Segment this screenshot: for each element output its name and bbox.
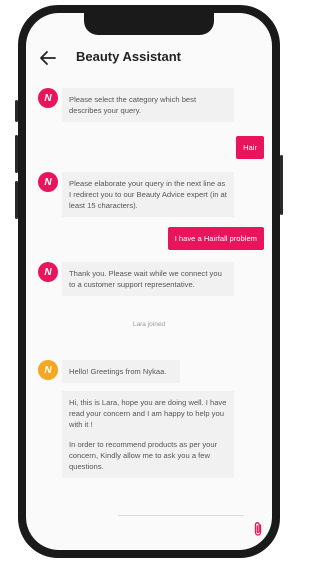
volume-up-button — [15, 135, 18, 173]
user-message: Hair — [236, 136, 264, 159]
agent-message: Hi, this is Lara, hope you are doing wel… — [62, 391, 234, 478]
agent-joined-status: Lara joined — [132, 321, 166, 328]
bot-message: Please elaborate your query in the next … — [62, 172, 234, 217]
agent-message: Hello! Greetings from Nykaa. — [62, 360, 180, 383]
nykaa-avatar: N — [38, 172, 58, 192]
bot-message: Thank you. Please wait while we connect … — [62, 262, 234, 296]
screen: Beauty Assistant N Please select the cat… — [26, 13, 272, 550]
avatar-letter: N — [44, 364, 52, 376]
page-title: Beauty Assistant — [76, 49, 181, 64]
notch — [84, 13, 214, 35]
message-input[interactable] — [38, 513, 242, 539]
message-input-bar — [26, 513, 272, 543]
avatar-letter: N — [44, 266, 52, 278]
bot-message: Please select the category which best de… — [62, 88, 234, 122]
mute-switch — [15, 100, 18, 122]
avatar-letter: N — [44, 176, 52, 188]
input-divider — [118, 515, 244, 516]
agent-message-paragraph: In order to recommend products as per yo… — [69, 440, 218, 471]
avatar-letter: N — [44, 92, 52, 104]
arrow-left-icon[interactable] — [38, 49, 58, 67]
agent-message-paragraph: Hi, this is Lara, hope you are doing wel… — [69, 398, 227, 429]
power-button — [280, 155, 283, 215]
nykaa-avatar: N — [38, 262, 58, 282]
nykaa-avatar: N — [38, 88, 58, 108]
user-message: I have a Hairfall problem — [167, 227, 264, 250]
agent-avatar: N — [38, 360, 58, 380]
chat-header: Beauty Assistant — [26, 43, 272, 73]
volume-down-button — [15, 181, 18, 219]
paperclip-icon[interactable] — [252, 521, 264, 537]
phone-frame: Beauty Assistant N Please select the cat… — [15, 5, 283, 558]
